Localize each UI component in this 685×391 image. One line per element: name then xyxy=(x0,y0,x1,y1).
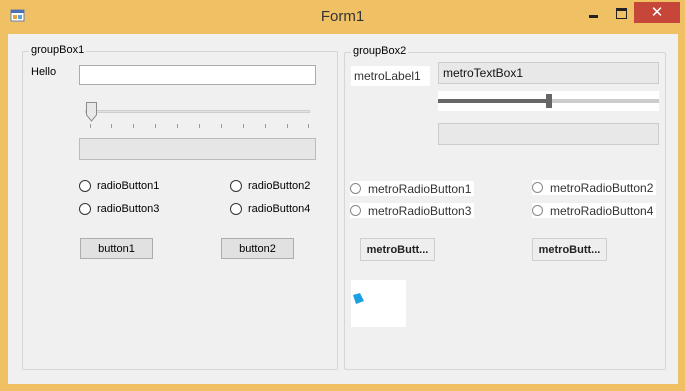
trackbar-tick xyxy=(111,124,112,128)
close-icon: ✕ xyxy=(650,3,664,21)
progress-bar xyxy=(79,138,316,160)
radio-button-4[interactable]: radioButton4 xyxy=(230,203,310,215)
metro-button-1[interactable]: metroButt... xyxy=(360,238,435,261)
metro-radio-label: metroRadioButton3 xyxy=(368,203,472,218)
minimize-button[interactable] xyxy=(578,0,608,26)
metro-radio-label: metroRadioButton4 xyxy=(550,203,654,218)
minimize-icon xyxy=(588,14,598,18)
text-input[interactable] xyxy=(79,65,316,85)
metro-radio-circle xyxy=(532,182,543,193)
form1-window: Form1 ✕ groupBox1 Hello radioButton1 rad… xyxy=(0,0,685,391)
radio-circle xyxy=(230,203,242,215)
trackbar-tick xyxy=(265,124,266,128)
metro-radio-label: metroRadioButton2 xyxy=(550,180,654,195)
metro-trackbar-fill xyxy=(438,99,546,103)
radio-circle xyxy=(79,203,91,215)
radio-button-1[interactable]: radioButton1 xyxy=(79,180,159,192)
trackbar-track xyxy=(85,110,310,113)
radio-circle xyxy=(230,180,242,192)
radio-button-2[interactable]: radioButton2 xyxy=(230,180,310,192)
metro-radio-button-1[interactable]: metroRadioButton1 xyxy=(350,181,475,196)
radio-label: radioButton1 xyxy=(97,180,160,192)
metro-text-input[interactable]: metroTextBox1 xyxy=(438,62,659,84)
groupbox-1: groupBox1 Hello radioButton1 radioButton… xyxy=(22,44,338,370)
metro-button-2[interactable]: metroButt... xyxy=(532,238,607,261)
hello-label: Hello xyxy=(31,66,57,78)
groupbox-2-title: groupBox2 xyxy=(351,45,409,57)
button-1[interactable]: button1 xyxy=(80,238,153,259)
title-bar[interactable]: Form1 ✕ xyxy=(0,0,685,34)
form-client-area: groupBox1 Hello radioButton1 radioButton… xyxy=(8,34,678,384)
trackbar-tick xyxy=(287,124,288,128)
trackbar-tick xyxy=(133,124,134,128)
metro-radio-button-2[interactable]: metroRadioButton2 xyxy=(532,180,657,195)
maximize-button[interactable] xyxy=(607,0,635,26)
trackbar-tick xyxy=(243,124,244,128)
radio-label: radioButton4 xyxy=(248,203,311,215)
metro-radio-button-4[interactable]: metroRadioButton4 xyxy=(532,203,657,218)
metro-trackbar[interactable] xyxy=(438,91,659,111)
metro-progress-bar xyxy=(438,123,659,145)
trackbar[interactable] xyxy=(85,102,310,130)
trackbar-tick xyxy=(177,124,178,128)
close-button[interactable]: ✕ xyxy=(634,2,680,23)
button-2[interactable]: button2 xyxy=(221,238,294,259)
radio-button-3[interactable]: radioButton3 xyxy=(79,203,159,215)
metro-trackbar-thumb[interactable] xyxy=(546,94,552,108)
maximize-icon xyxy=(615,7,627,19)
metro-radio-circle xyxy=(532,205,543,216)
metro-radio-circle xyxy=(350,183,361,194)
trackbar-thumb[interactable] xyxy=(86,102,97,122)
metro-radio-label: metroRadioButton1 xyxy=(368,181,472,196)
radio-label: radioButton2 xyxy=(248,180,311,192)
trackbar-tick xyxy=(199,124,200,128)
trackbar-tick xyxy=(90,124,91,128)
groupbox-1-title: groupBox1 xyxy=(29,44,87,56)
trackbar-tick xyxy=(155,124,156,128)
trackbar-tick xyxy=(221,124,222,128)
metro-label: metroLabel1 xyxy=(351,66,430,86)
radio-circle xyxy=(79,180,91,192)
metro-radio-circle xyxy=(350,205,361,216)
metro-progress-spinner xyxy=(351,280,406,327)
groupbox-2: groupBox2 metroLabel1 metroTextBox1 metr… xyxy=(344,45,666,370)
metro-radio-button-3[interactable]: metroRadioButton3 xyxy=(350,203,475,218)
radio-label: radioButton3 xyxy=(97,203,160,215)
spinner-arc-icon xyxy=(353,293,364,304)
trackbar-tick xyxy=(308,124,309,128)
